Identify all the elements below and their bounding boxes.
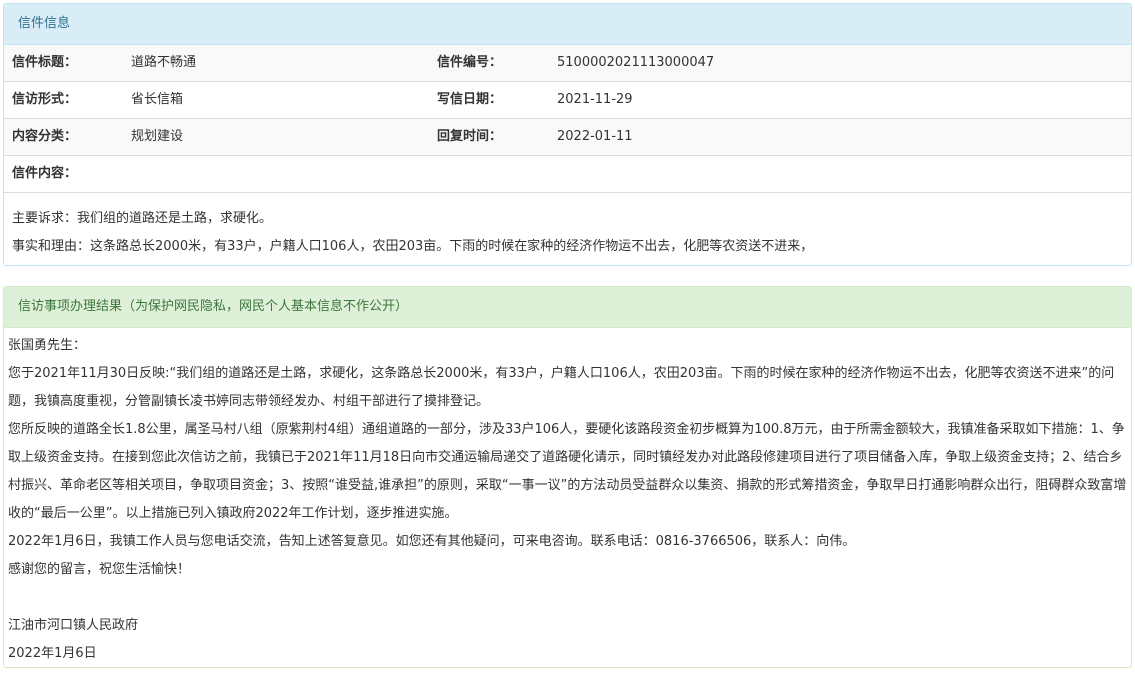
letter-info-heading: 信件信息: [4, 4, 1131, 45]
letter-row: 信件标题： 道路不畅通 信件编号： 510000202111300004​7: [4, 45, 1131, 82]
letter-row: 内容分类： 规划建设 回复时间： 2022-01-11: [4, 119, 1131, 156]
petition-form-value: 省长信箱: [131, 92, 184, 107]
category-value: 规划建设: [131, 129, 184, 144]
result-body: 张国勇先生： 您于2021年11月30日反映:“我们组的道路还是土路，求硬化，这…: [4, 328, 1131, 667]
category-label: 内容分类：: [12, 129, 78, 144]
result-paragraph: 感谢您的留言，祝您生活愉快！: [8, 562, 191, 577]
result-paragraph: 张国勇先生：: [8, 338, 87, 353]
result-paragraph: 您所反映的道路全长1.8公里，属圣马村八组（原紫荆村4组）通组道路的一部分，涉及…: [8, 422, 1127, 521]
content-line: 主要诉求：我们组的道路还是土路，求硬化。: [12, 211, 273, 226]
content-label: 信件内容：: [12, 166, 78, 181]
result-paragraph: [8, 584, 1127, 612]
letter-number-value: 510000202111300004​7: [557, 55, 715, 70]
letter-row: 信访形式： 省长信箱 写信日期： 2021-11-29: [4, 82, 1131, 119]
letter-info-panel: 信件信息 信件标题： 道路不畅通 信件编号： 51000020211130000…: [3, 3, 1132, 266]
result-panel: 信访事项办理结果（为保护网民隐私，网民个人基本信息不作公开） 张国勇先生： 您于…: [3, 286, 1132, 668]
write-date-label: 写信日期：: [437, 92, 503, 107]
title-value: 道路不畅通: [131, 55, 197, 70]
result-paragraph: 2022年1月6日，我镇工作人员与您电话交流，告知上述答复意见。如您还有其他疑问…: [8, 534, 856, 549]
letter-row: 信件内容：: [4, 156, 1131, 193]
signature-date: 2022年1月6日: [8, 646, 97, 661]
signature-org: 江油市河口镇人民政府: [8, 618, 139, 633]
content-line: 事实和理由：这条路总长2000米，有33户，户籍人口106人，农田203亩。下雨…: [12, 239, 814, 254]
write-date-value: 2021-11-29: [557, 92, 633, 107]
reply-time-value: 2022-01-11: [557, 129, 633, 144]
petition-form-label: 信访形式：: [12, 92, 78, 107]
letter-content: 主要诉求：我们组的道路还是土路，求硬化。 事实和理由：这条路总长2000米，有3…: [4, 193, 1131, 261]
result-paragraph: 您于2021年11月30日反映:“我们组的道路还是土路，求硬化，这条路总长200…: [8, 366, 1115, 409]
result-heading: 信访事项办理结果（为保护网民隐私，网民个人基本信息不作公开）: [4, 287, 1131, 328]
title-label: 信件标题：: [12, 55, 78, 70]
letter-number-label: 信件编号：: [437, 55, 503, 70]
reply-time-label: 回复时间：: [437, 129, 503, 144]
